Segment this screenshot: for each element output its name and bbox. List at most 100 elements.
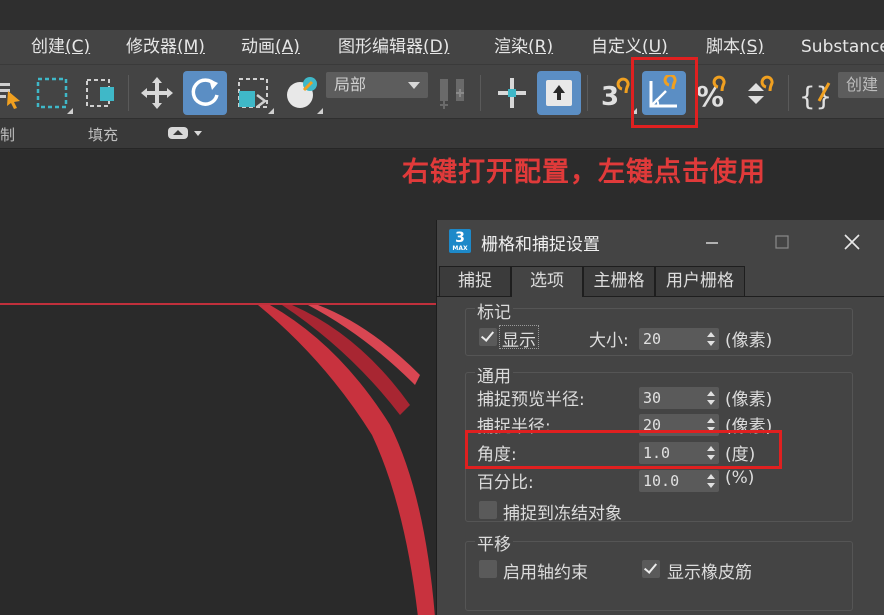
spinner-up-icon[interactable] (707, 474, 715, 479)
window-crossing-button[interactable] (78, 71, 122, 115)
tab-user-grids[interactable]: 用户栅格 (655, 266, 745, 296)
menu-modifiers[interactable]: 修改器(M) (126, 30, 205, 64)
marker-size-spinner[interactable]: 20 (639, 328, 719, 350)
rect-select-region-button[interactable] (30, 71, 74, 115)
menu-scripting[interactable]: 脚本(S) (706, 30, 764, 64)
marker-size-label: 大小: (589, 331, 629, 351)
ribbon-bar: 制 填充 (0, 119, 884, 149)
toolbar-separator (480, 75, 481, 111)
pivot-center-icon (440, 79, 464, 109)
percent-spinner[interactable]: 10.0 (639, 470, 719, 492)
snaps-toggle-icon: 3 (601, 77, 630, 111)
menu-bar: 创建(C) 修改器(M) 动画(A) 图形编辑器(D) 渲染(R) 自定义(U)… (0, 30, 884, 64)
spinner-snap-icon (748, 75, 774, 104)
tab-divider (583, 296, 884, 297)
menu-animation[interactable]: 动画(A) (241, 30, 300, 64)
select-and-move-button[interactable] (135, 71, 179, 115)
main-toolbar: 3 % {} (0, 64, 884, 118)
menu-graph-editors[interactable]: 图形编辑器(D) (338, 30, 449, 64)
tab-options[interactable]: 选项 (511, 266, 583, 297)
show-markers-label: 显示 (502, 331, 536, 351)
angle-snap-highlight-box (631, 57, 698, 128)
axis-constraint-label: 启用轴约束 (503, 563, 588, 583)
select-and-place-button[interactable] (280, 71, 324, 115)
rubber-band-checkbox[interactable] (642, 560, 660, 578)
app-icon-sub: MAX (452, 245, 468, 252)
3dsmax-app-icon: 3 MAX (449, 229, 471, 253)
snap-preview-radius-value: 30 (643, 389, 662, 407)
close-icon (844, 234, 860, 250)
toolbar-separator (128, 75, 129, 111)
select-and-rotate-button[interactable] (183, 71, 227, 115)
minimize-icon (706, 242, 718, 244)
use-pivot-center-button[interactable] (432, 71, 476, 115)
spinner-down-icon[interactable] (707, 400, 715, 405)
rect-selection-icon (36, 77, 68, 109)
minimize-button[interactable] (697, 228, 727, 256)
tab-home-grid[interactable]: 主栅格 (583, 266, 655, 296)
close-button[interactable] (837, 228, 867, 256)
spinner-up-icon[interactable] (707, 332, 715, 337)
flyout-corner (317, 108, 323, 114)
snaps-toggle-glyph: 3 (601, 82, 619, 111)
edit-named-selection-button[interactable]: {} (793, 71, 837, 115)
dialog-titlebar[interactable]: 3 MAX 栅格和捕捉设置 (437, 220, 884, 264)
app-icon-glyph: 3 (455, 230, 465, 246)
create-selection-set-input[interactable]: 创建 (838, 72, 884, 98)
ribbon-tab-populate[interactable]: 填充 (88, 124, 118, 145)
menu-substance[interactable]: Substance (801, 30, 884, 64)
marker-size-unit: (像素) (725, 331, 773, 351)
percent-label: 百分比: (477, 473, 534, 493)
scale-icon (238, 78, 268, 108)
flyout-corner (268, 108, 274, 114)
rotate-icon (191, 78, 219, 106)
rubber-band-label: 显示橡皮筋 (667, 563, 752, 583)
spinner-up-icon[interactable] (707, 418, 715, 423)
tab-divider (437, 296, 511, 297)
manipulate-icon (498, 78, 526, 108)
tab-snaps[interactable]: 捕捉 (439, 266, 511, 296)
axis-constraint-checkbox[interactable] (479, 560, 497, 578)
show-markers-label-focus: 显示 (499, 325, 539, 351)
snap-to-frozen-checkbox[interactable] (479, 501, 497, 519)
general-group-label: 通用 (475, 362, 513, 387)
spinner-down-icon[interactable] (707, 341, 715, 346)
toolbar-separator (587, 75, 588, 111)
spinner-snap-toggle-button[interactable] (738, 71, 782, 115)
select-and-manipulate-button[interactable] (490, 71, 534, 115)
red-ribbon-object (258, 305, 435, 615)
spinner-up-icon[interactable] (707, 391, 715, 396)
reference-coord-value: 局部 (334, 75, 367, 94)
window-crossing-icon (86, 79, 114, 107)
named-selection-icon: {} (799, 82, 832, 111)
menu-create[interactable]: 创建(C) (31, 30, 90, 64)
marker-size-value: 20 (643, 330, 662, 348)
move-icon (141, 77, 173, 109)
menu-rendering[interactable]: 渲染(R) (494, 30, 553, 64)
maximize-button[interactable] (767, 228, 797, 256)
percent-snap-icon: % (696, 75, 726, 111)
select-by-name-button[interactable] (0, 71, 28, 115)
annotation-text: 右键打开配置，左键点击使用 (402, 157, 766, 188)
perspective-viewport[interactable] (0, 303, 440, 615)
chevron-down-icon (408, 82, 420, 89)
show-markers-checkbox[interactable] (479, 328, 497, 346)
keyboard-shortcut-override-button[interactable] (537, 71, 581, 115)
percent-value: 10.0 (643, 472, 680, 490)
percent-unit: (%) (725, 468, 755, 488)
shortcut-override-icon (546, 80, 572, 106)
ribbon-tab-freeform[interactable]: 制 (0, 124, 15, 145)
snap-preview-radius-spinner[interactable]: 30 (639, 387, 719, 409)
spinner-down-icon[interactable] (707, 483, 715, 488)
reference-coord-dropdown[interactable]: 局部 (326, 72, 428, 98)
create-selection-placeholder: 创建 (846, 75, 879, 94)
translation-group-label: 平移 (475, 530, 513, 555)
snap-to-frozen-label: 捕捉到冻结对象 (503, 504, 622, 524)
select-and-scale-button[interactable] (231, 71, 275, 115)
dialog-title: 栅格和捕捉设置 (481, 235, 600, 255)
percent-snap-glyph: % (696, 80, 724, 111)
select-list-icon (0, 83, 20, 109)
ribbon-minimize-icon[interactable] (168, 126, 204, 140)
snap-preview-radius-label: 捕捉预览半径: (477, 390, 585, 410)
markers-group-label: 标记 (475, 298, 513, 323)
